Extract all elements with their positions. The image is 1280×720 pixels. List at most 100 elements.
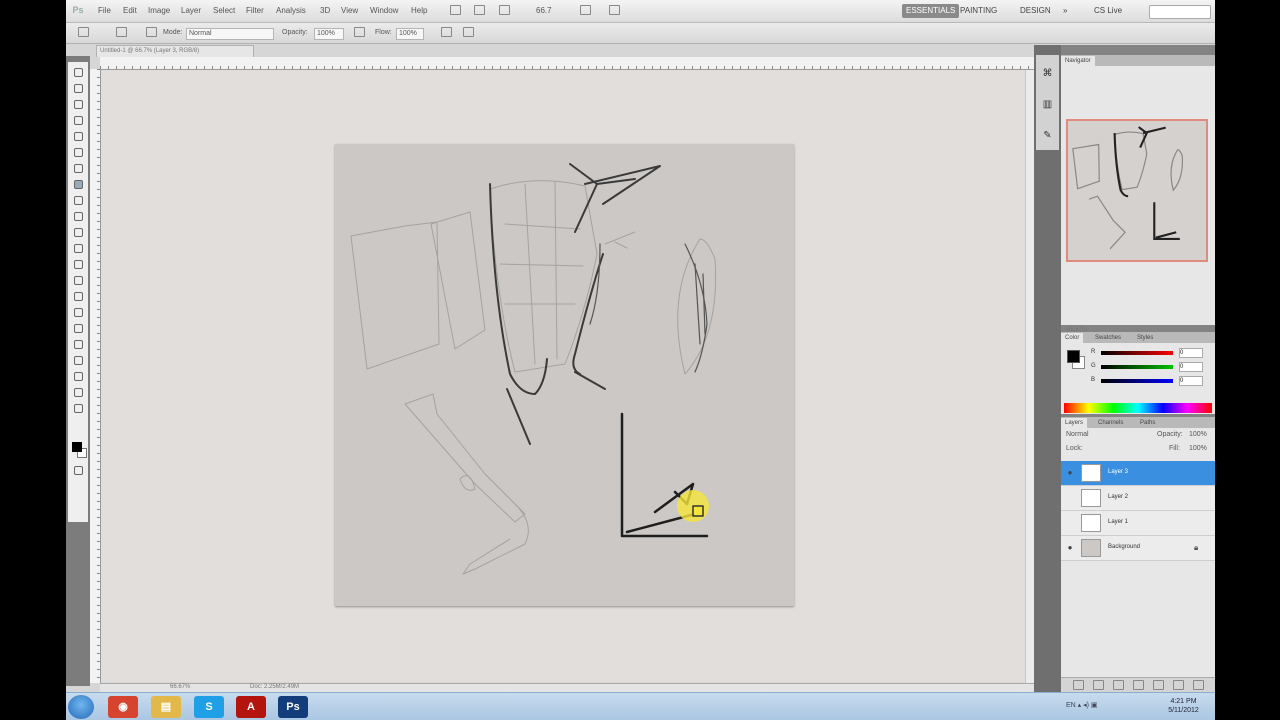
visibility-eye-icon[interactable]: ●	[1065, 543, 1075, 553]
menu-filter[interactable]: Filter	[246, 6, 264, 15]
start-button[interactable]	[68, 695, 94, 719]
layer-opacity-value[interactable]: 100%	[1189, 431, 1207, 438]
brush-panel-icon[interactable]: ✎	[1041, 129, 1054, 142]
new-group-icon[interactable]	[1153, 680, 1164, 690]
3d-rotate-tool-icon[interactable]	[74, 356, 83, 365]
layer-row-background[interactable]: ● Background 🔒︎	[1061, 536, 1215, 561]
document-tab[interactable]: Untitled-1 @ 66.7% (Layer 3, RGB/8)	[96, 45, 254, 57]
workspace-design-button[interactable]: DESIGN	[1016, 4, 1055, 18]
marquee-tool-icon[interactable]	[74, 84, 83, 93]
visibility-eye-icon[interactable]: ●	[1065, 468, 1075, 478]
history-brush-tool-icon[interactable]	[74, 212, 83, 221]
path-selection-tool-icon[interactable]	[74, 324, 83, 333]
help-search-input[interactable]	[1149, 5, 1211, 19]
link-layers-icon[interactable]	[1073, 680, 1084, 690]
pressure-size-icon[interactable]	[463, 27, 474, 37]
tab-layers[interactable]: Layers	[1061, 418, 1088, 428]
move-tool-icon[interactable]	[74, 68, 83, 77]
workspace-painting-button[interactable]: PAINTING	[956, 4, 1001, 18]
foreground-color-chip[interactable]	[1067, 350, 1080, 363]
color-spectrum-bar[interactable]	[1064, 403, 1212, 413]
zoom-tool-icon[interactable]	[74, 404, 83, 413]
status-doc-info[interactable]: Doc: 2.25M/2.49M	[250, 684, 299, 690]
blue-track[interactable]	[1101, 379, 1173, 383]
layer-mask-icon[interactable]	[1113, 680, 1124, 690]
blend-mode-select[interactable]: Normal	[1066, 431, 1089, 438]
navigator-thumbnail[interactable]	[1066, 119, 1208, 262]
shape-tool-icon[interactable]	[74, 340, 83, 349]
taskbar-explorer[interactable]: ▤	[151, 696, 181, 718]
brush-preset-icon[interactable]	[78, 27, 89, 37]
layer-row-layer-1[interactable]: Layer 1	[1061, 511, 1215, 536]
opacity-field[interactable]: 100%	[314, 28, 344, 40]
screen-mode-icon[interactable]	[609, 5, 620, 15]
tab-navigator[interactable]: Navigator	[1061, 56, 1095, 66]
menu-layer[interactable]: Layer	[181, 6, 201, 15]
fill-value[interactable]: 100%	[1189, 445, 1207, 452]
visibility-eye-icon[interactable]	[1065, 493, 1075, 503]
3d-orbit-tool-icon[interactable]	[74, 372, 83, 381]
status-zoom[interactable]: 66.67%	[170, 684, 190, 690]
menu-edit[interactable]: Edit	[123, 6, 137, 15]
system-tray[interactable]: EN ▴ ◂) ▣	[1066, 701, 1098, 709]
tab-color[interactable]: Color	[1061, 333, 1084, 343]
taskbar-skype[interactable]: S	[194, 696, 224, 718]
adjustment-layer-icon[interactable]	[1133, 680, 1144, 690]
tab-channels[interactable]: Channels	[1094, 418, 1127, 428]
sketch-canvas[interactable]	[335, 144, 794, 606]
menu-image[interactable]: Image	[148, 6, 170, 15]
foreground-color-swatch[interactable]	[72, 442, 82, 452]
cs-live-button[interactable]: CS Live	[1090, 4, 1126, 18]
healing-brush-tool-icon[interactable]	[74, 164, 83, 173]
new-layer-icon[interactable]	[1173, 680, 1184, 690]
type-tool-icon[interactable]	[74, 308, 83, 317]
taskbar-chrome[interactable]: ◉	[108, 696, 138, 718]
vertical-ruler[interactable]	[90, 69, 101, 683]
menu-3d[interactable]: 3D	[320, 6, 330, 15]
taskbar-photoshop[interactable]: Ps	[278, 696, 308, 718]
quick-mask-icon[interactable]	[74, 466, 83, 475]
tab-paths[interactable]: Paths	[1136, 418, 1159, 428]
launch-mini-bridge-icon[interactable]	[474, 5, 485, 15]
layer-row-layer-2[interactable]: Layer 2	[1061, 486, 1215, 511]
tab-swatches[interactable]: Swatches	[1091, 333, 1125, 343]
pressure-opacity-icon[interactable]	[354, 27, 365, 37]
layer-row-layer-3[interactable]: ● Layer 3	[1061, 461, 1215, 486]
blur-tool-icon[interactable]	[74, 260, 83, 269]
arrange-documents-icon[interactable]	[580, 5, 591, 15]
menu-file[interactable]: File	[98, 6, 111, 15]
brush-size-icon[interactable]	[116, 27, 127, 37]
eraser-tool-icon[interactable]	[74, 228, 83, 237]
menu-select[interactable]: Select	[213, 6, 235, 15]
red-track[interactable]	[1101, 351, 1173, 355]
airbrush-icon[interactable]	[441, 27, 452, 37]
menu-view[interactable]: View	[341, 6, 358, 15]
workspace-essentials-button[interactable]: ESSENTIALS	[902, 4, 960, 18]
menu-analysis[interactable]: Analysis	[276, 6, 306, 15]
taskbar-acrobat[interactable]: A	[236, 696, 266, 718]
red-value[interactable]: 0	[1179, 348, 1203, 358]
zoom-level-dropdown[interactable]: 66.7	[536, 6, 552, 15]
tools-presets-icon[interactable]: ⌘	[1041, 67, 1054, 80]
pen-tool-icon[interactable]	[74, 292, 83, 301]
toggle-brush-panel-icon[interactable]	[146, 27, 157, 37]
layer-style-icon[interactable]	[1093, 680, 1104, 690]
dodge-tool-icon[interactable]	[74, 276, 83, 285]
menu-help[interactable]: Help	[411, 6, 427, 15]
blue-value[interactable]: 0	[1179, 376, 1203, 386]
crop-tool-icon[interactable]	[74, 132, 83, 141]
flow-field[interactable]: 100%	[396, 28, 424, 40]
more-workspaces-button[interactable]: »	[1059, 4, 1071, 18]
taskbar-clock[interactable]: 4:21 PM 5/11/2012	[1156, 697, 1211, 715]
trash-icon[interactable]	[1193, 680, 1204, 690]
clone-stamp-tool-icon[interactable]	[74, 196, 83, 205]
eyedropper-tool-icon[interactable]	[74, 148, 83, 157]
history-icon[interactable]: ▥	[1041, 98, 1054, 111]
lasso-tool-icon[interactable]	[74, 100, 83, 109]
horizontal-ruler[interactable]	[100, 57, 1034, 70]
tab-styles[interactable]: Styles	[1133, 333, 1157, 343]
gradient-tool-icon[interactable]	[74, 244, 83, 253]
launch-bridge-icon[interactable]	[450, 5, 461, 15]
view-extras-icon[interactable]	[499, 5, 510, 15]
green-value[interactable]: 0	[1179, 362, 1203, 372]
